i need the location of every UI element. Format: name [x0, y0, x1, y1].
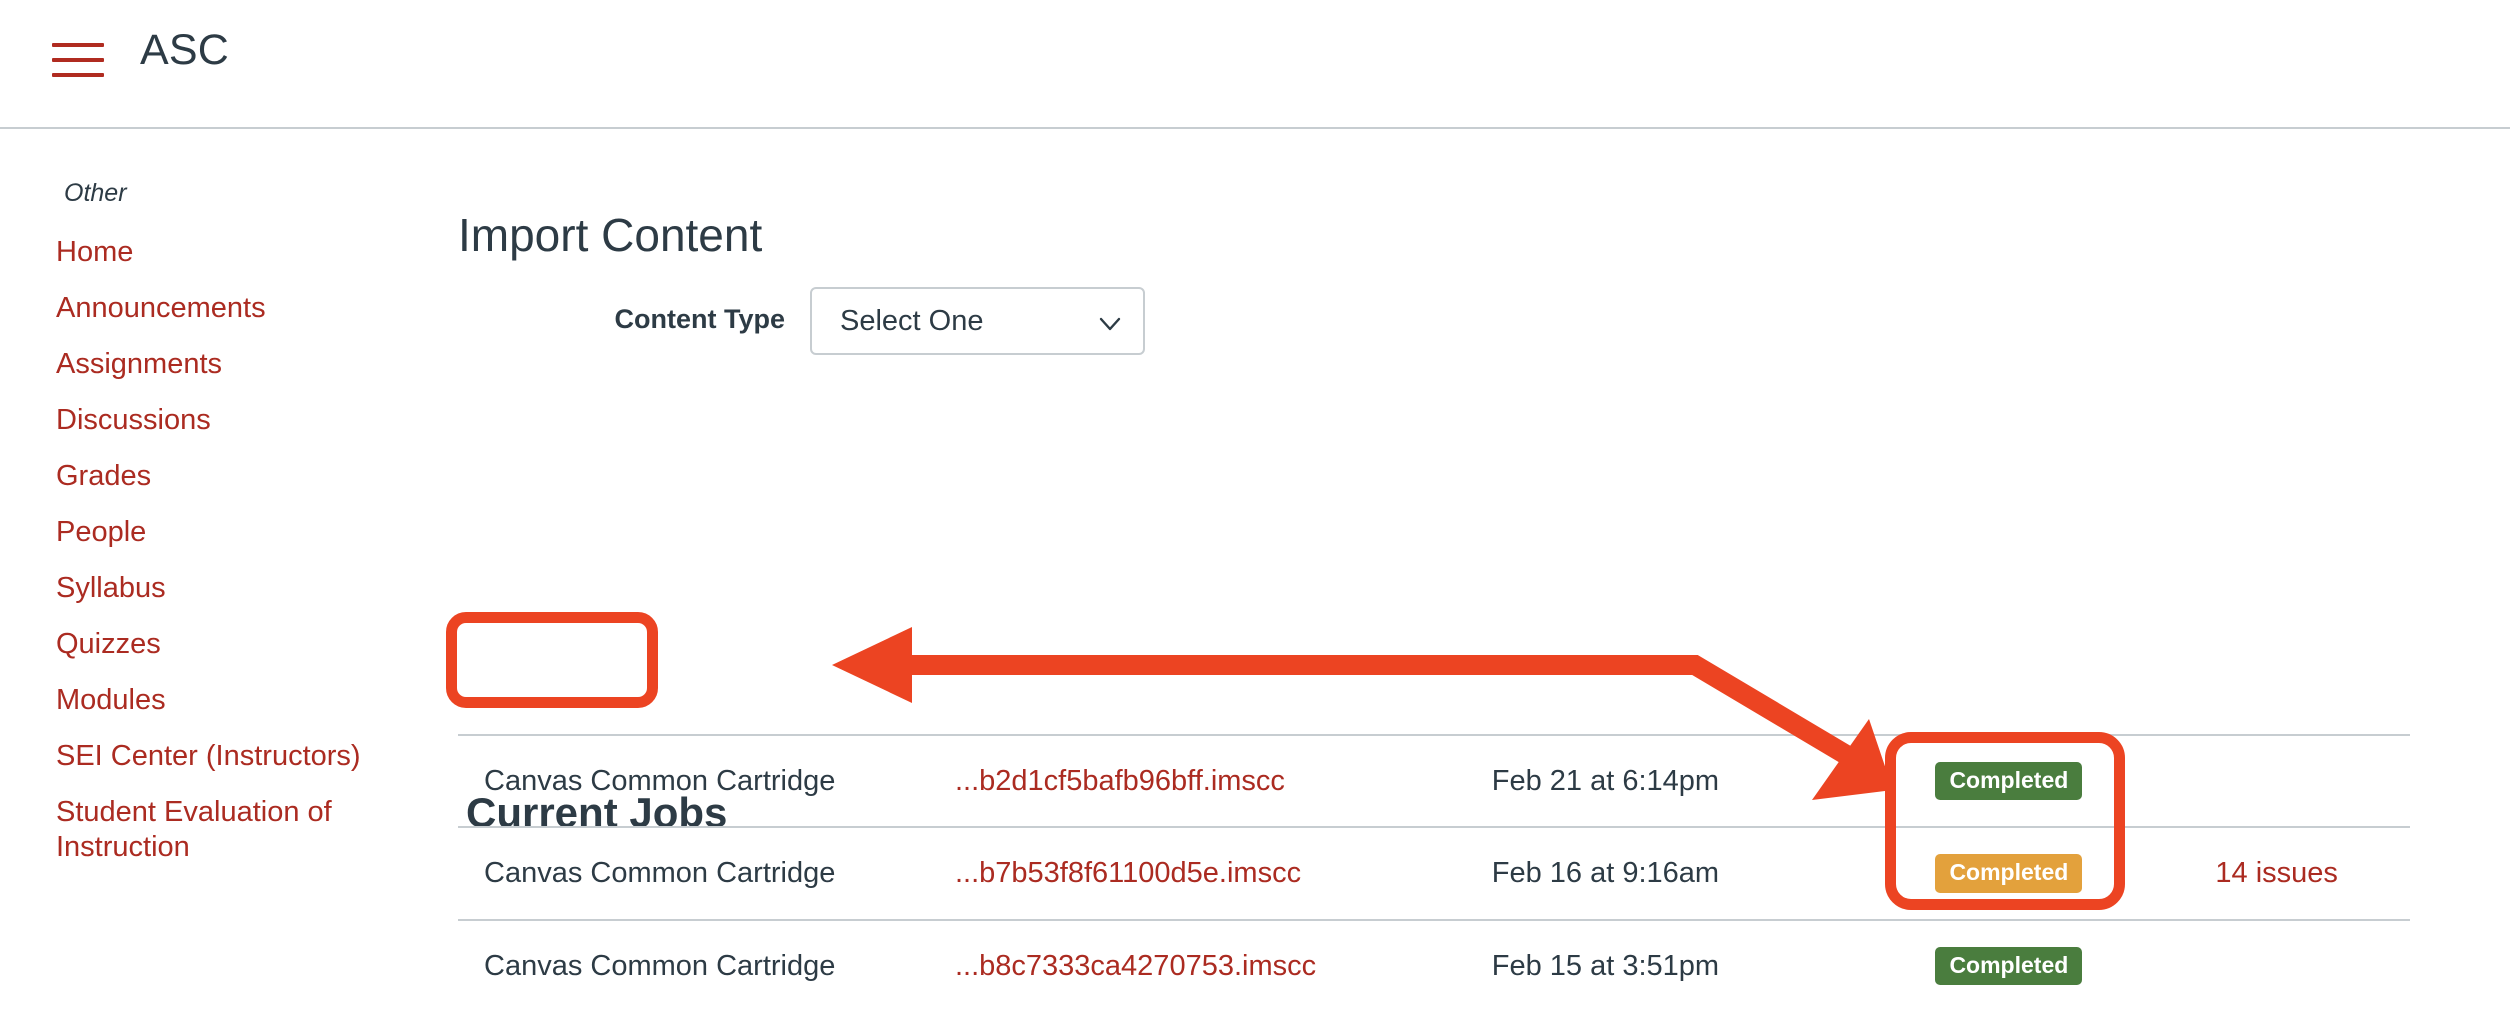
job-file-link[interactable]: ...b7b53f8f61100d5e.imscc	[955, 857, 1301, 889]
job-issues: 14 issues	[2215, 827, 2410, 919]
sidebar-item-quizzes[interactable]: Quizzes	[0, 617, 420, 673]
job-file-link[interactable]: ...b2d1cf5bafb96bff.imscc	[955, 765, 1285, 797]
table-row: Canvas Common Cartridge ...b7b53f8f61100…	[458, 827, 2410, 919]
job-type: Canvas Common Cartridge	[484, 764, 836, 797]
hamburger-bar	[52, 73, 104, 77]
sidebar-link-modules[interactable]: Modules	[0, 673, 420, 729]
status-badge: Completed	[1935, 946, 2083, 986]
course-navigation: Other Home Announcements Assignments Dis…	[0, 129, 420, 1016]
status-badge: Completed	[1935, 762, 2083, 801]
sidebar-item-assignments[interactable]: Assignments	[0, 337, 420, 393]
sidebar-link-student-evaluation[interactable]: Student Evaluation of Instruction	[0, 785, 420, 877]
content-type-select[interactable]: Select One	[810, 287, 1145, 355]
content-type-selected-value: Select One	[840, 305, 984, 337]
sidebar-item-announcements[interactable]: Announcements	[0, 281, 420, 337]
hamburger-bar	[52, 43, 104, 47]
sidebar-item-student-evaluation[interactable]: Student Evaluation of Instruction	[0, 785, 420, 877]
nav-section-label: Other	[64, 179, 127, 207]
course-title: ASC	[140, 26, 230, 74]
sidebar-link-syllabus[interactable]: Syllabus	[0, 561, 420, 617]
sidebar-link-grades[interactable]: Grades	[0, 449, 420, 505]
job-file: ...b8c7333ca4270753.imscc	[955, 920, 1492, 1011]
hamburger-menu-icon[interactable]	[52, 40, 104, 80]
content-type-label: Content Type	[614, 304, 786, 334]
app-header: ASC	[0, 0, 2510, 129]
job-date: Feb 21 at 6:14pm	[1491, 764, 1720, 797]
job-issues	[2215, 920, 2410, 1011]
sidebar-link-assignments[interactable]: Assignments	[0, 337, 420, 393]
sidebar-link-people[interactable]: People	[0, 505, 420, 561]
job-issues-link[interactable]: 14 issues	[2215, 857, 2338, 889]
chevron-down-icon	[1097, 311, 1123, 337]
sidebar-item-syllabus[interactable]: Syllabus	[0, 561, 420, 617]
job-file: ...b2d1cf5bafb96bff.imscc	[955, 735, 1492, 827]
current-jobs-table: Canvas Common Cartridge ...b2d1cf5bafb96…	[458, 734, 2410, 1011]
sidebar-item-modules[interactable]: Modules	[0, 673, 420, 729]
hamburger-bar	[52, 58, 104, 62]
sidebar-link-sei-center[interactable]: SEI Center (Instructors)	[0, 729, 420, 785]
job-status: Completed	[1935, 827, 2215, 919]
table-row: Canvas Common Cartridge ...b2d1cf5bafb96…	[458, 735, 2410, 827]
job-status: Completed	[1935, 735, 2215, 827]
sidebar-link-quizzes[interactable]: Quizzes	[0, 617, 420, 673]
content-type-row: Content Type Select One	[420, 287, 1420, 361]
sidebar-item-discussions[interactable]: Discussions	[0, 393, 420, 449]
main-content: Import Content Content Type Select One C…	[420, 129, 2510, 1016]
sidebar-link-announcements[interactable]: Announcements	[0, 281, 420, 337]
nav-list: Home Announcements Assignments Discussio…	[0, 225, 420, 876]
job-type: Canvas Common Cartridge	[484, 949, 836, 982]
sidebar-link-home[interactable]: Home	[0, 225, 420, 281]
sidebar-link-discussions[interactable]: Discussions	[0, 393, 420, 449]
job-type: Canvas Common Cartridge	[484, 857, 836, 890]
page-title: Import Content	[458, 208, 763, 261]
sidebar-item-home[interactable]: Home	[0, 225, 420, 281]
status-badge: Completed	[1935, 854, 2083, 893]
job-file-link[interactable]: ...b8c7333ca4270753.imscc	[955, 950, 1316, 982]
job-issues	[2215, 735, 2410, 827]
sidebar-item-people[interactable]: People	[0, 505, 420, 561]
sidebar-item-grades[interactable]: Grades	[0, 449, 420, 505]
job-date: Feb 16 at 9:16am	[1491, 857, 1720, 890]
job-status: Completed	[1935, 920, 2215, 1011]
sidebar-item-sei-center[interactable]: SEI Center (Instructors)	[0, 729, 420, 785]
job-file: ...b7b53f8f61100d5e.imscc	[955, 827, 1492, 919]
table-row: Canvas Common Cartridge ...b8c7333ca4270…	[458, 919, 2410, 1011]
job-date: Feb 15 at 3:51pm	[1491, 949, 1720, 982]
